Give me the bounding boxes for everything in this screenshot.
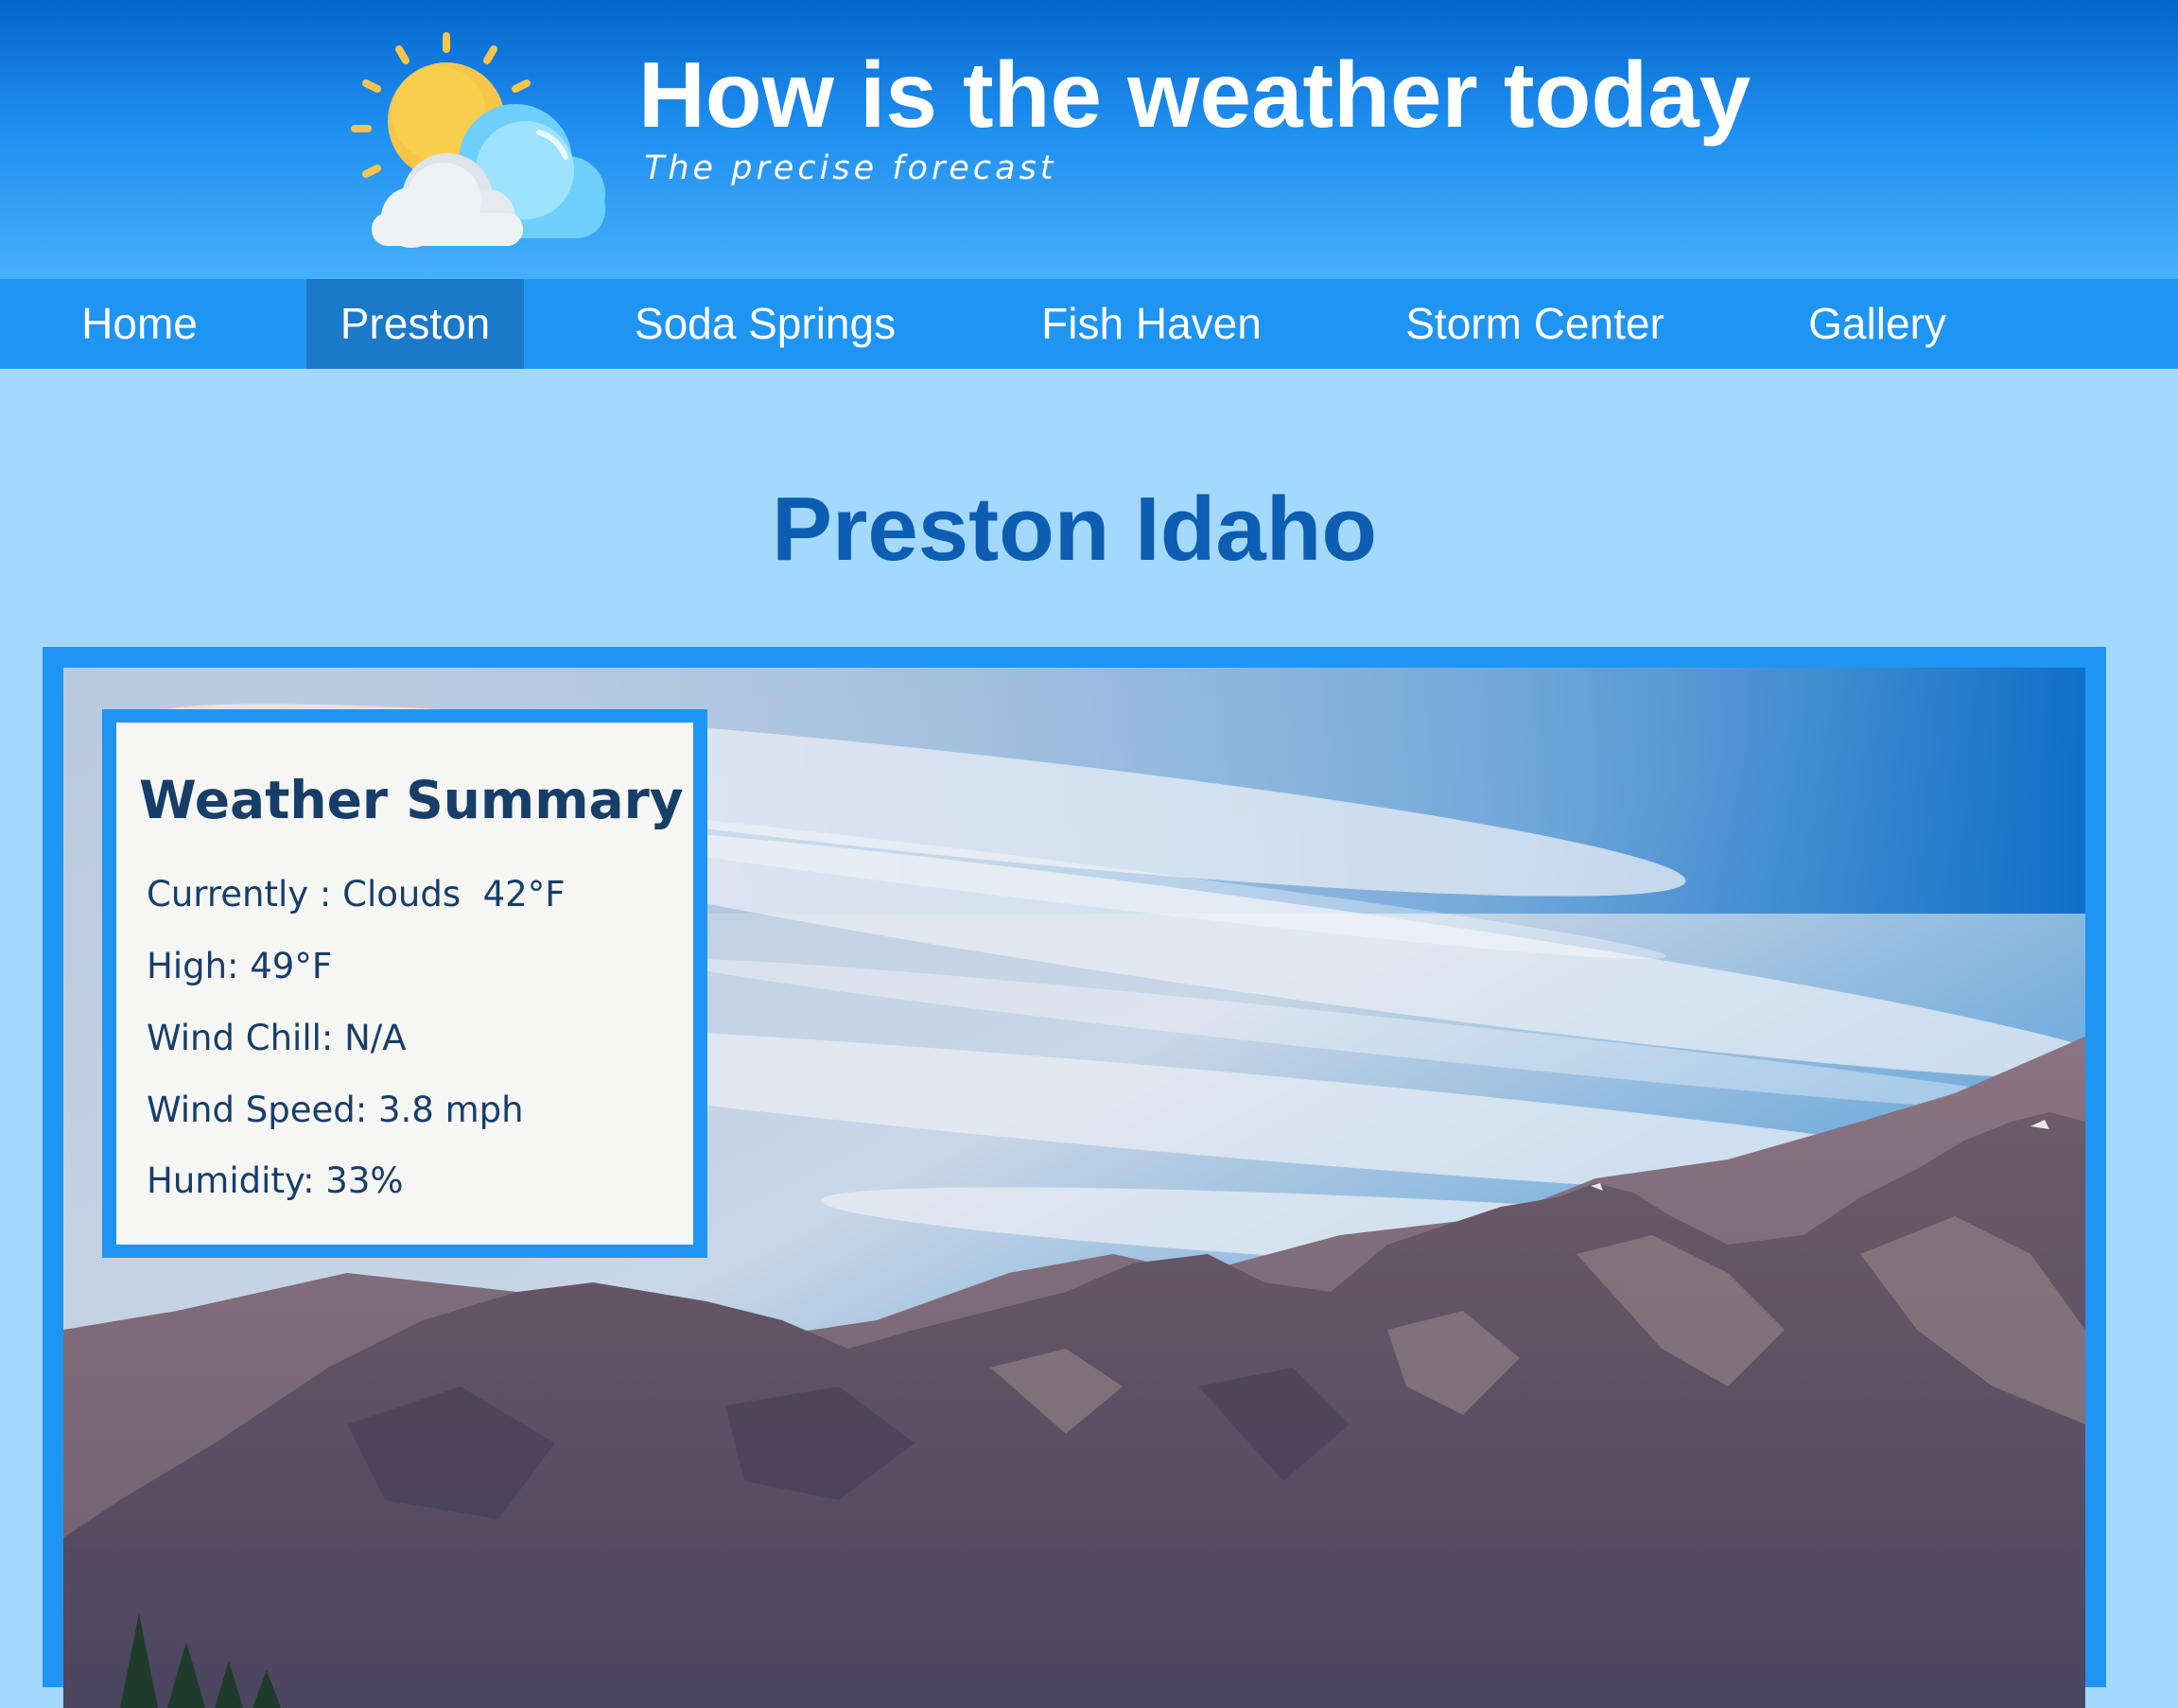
nav-item-home[interactable]: Home xyxy=(57,279,222,369)
summary-wind-speed: Wind Speed: 3.8 mph xyxy=(147,1089,524,1130)
summary-high: High: 49°F xyxy=(147,946,333,986)
nav-item-storm-center[interactable]: Storm Center xyxy=(1398,279,1672,369)
summary-wind-chill: Wind Chill: N/A xyxy=(147,1018,407,1058)
weather-summary-panel: Weather Summary Currently : Clouds 42°F … xyxy=(116,723,693,1245)
nav-item-preston[interactable]: Preston xyxy=(306,279,524,369)
site-tagline: The precise forecast xyxy=(644,149,1057,187)
summary-currently: Currently : Clouds 42°F xyxy=(147,874,566,915)
weather-summary-card: Weather Summary Currently : Clouds 42°F … xyxy=(102,709,707,1258)
site-header: How is the weather today The precise for… xyxy=(0,0,2178,279)
nav-item-fish-haven[interactable]: Fish Haven xyxy=(1031,279,1272,369)
nav-item-gallery[interactable]: Gallery xyxy=(1802,279,1953,369)
weather-summary-title: Weather Summary xyxy=(139,770,684,830)
nav-item-soda-springs[interactable]: Soda Springs xyxy=(619,279,911,369)
summary-humidity: Humidity: 33% xyxy=(147,1160,404,1201)
site-title: How is the weather today xyxy=(638,43,1751,147)
main-nav: Home Preston Soda Springs Fish Haven Sto… xyxy=(0,279,2178,369)
partly-cloudy-sun-icon xyxy=(345,28,610,255)
page-title: Preston Idaho xyxy=(771,479,1378,580)
